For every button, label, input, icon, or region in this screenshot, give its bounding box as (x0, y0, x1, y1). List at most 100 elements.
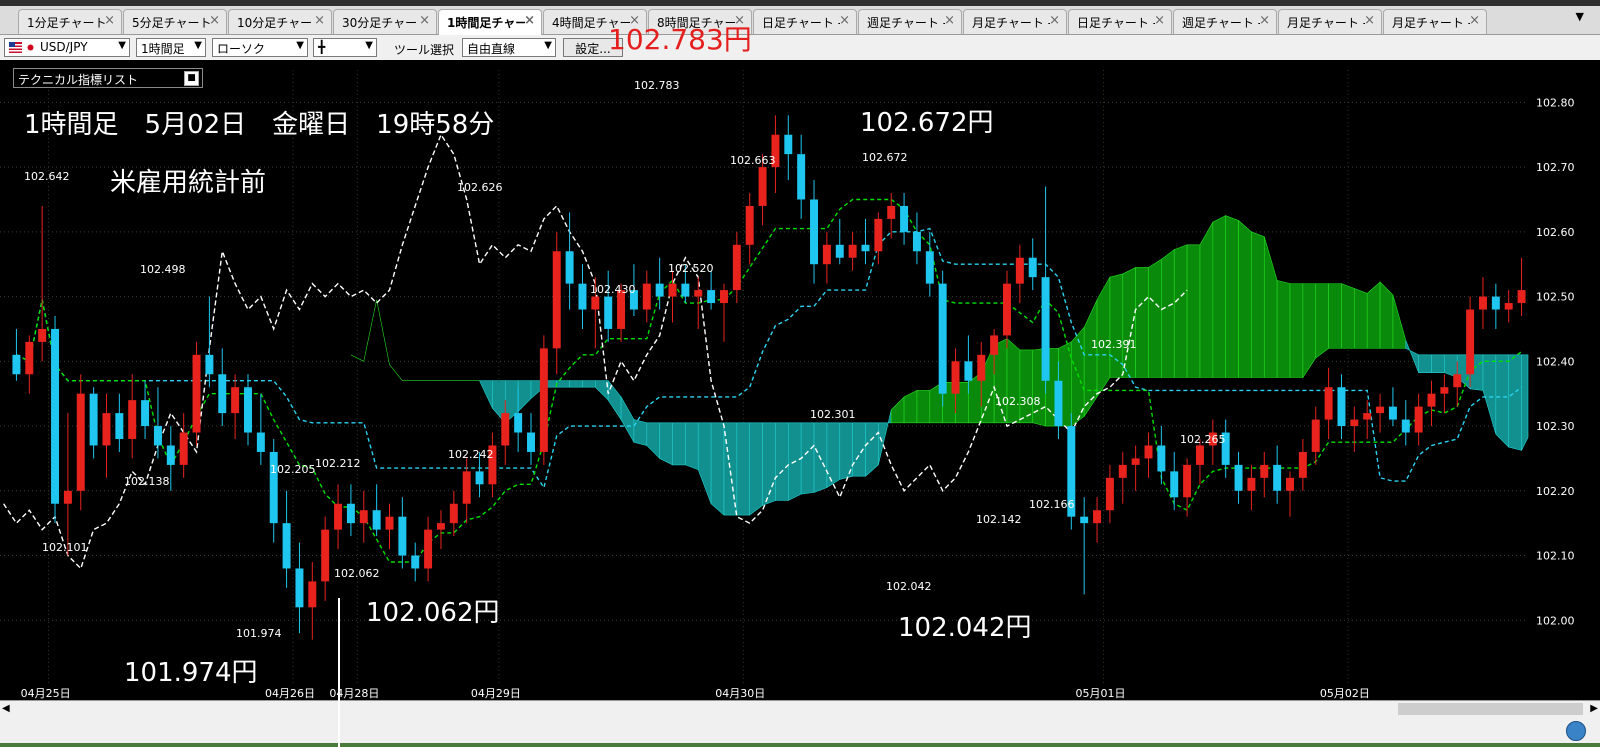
close-icon[interactable]: × (944, 13, 955, 28)
ichimoku-cloud-segment (736, 422, 751, 516)
candle-body (539, 348, 548, 452)
candle-body (887, 205, 896, 219)
candle-body (436, 523, 445, 530)
close-icon[interactable]: × (1364, 13, 1375, 28)
ichimoku-cloud-segment (376, 299, 390, 365)
tab-3[interactable]: 30分足チャート× (333, 9, 437, 34)
candle-body (501, 413, 510, 446)
candle-body (1144, 445, 1153, 459)
candle-body (591, 296, 600, 310)
ichimoku-cloud-segment (1186, 244, 1201, 378)
chart-area[interactable]: 102.80 102.70 102.60 102.50 102.40 102.30 102.… (0, 60, 1600, 700)
ichimoku-cloud-segment (1444, 354, 1458, 378)
tab-7[interactable]: 日足チャート - × (753, 9, 857, 34)
panel-toggle-icon[interactable]: ■ (184, 71, 199, 86)
candle-body (346, 503, 355, 524)
tab-0[interactable]: 1分足チャート × (18, 9, 122, 34)
scroll-left-icon[interactable]: ◀ (2, 703, 10, 714)
indicator-list-label: テクニカル指標リスト (18, 73, 139, 87)
candle-body (514, 413, 523, 433)
close-icon[interactable]: × (839, 13, 850, 28)
timeframe-value: 1時間足 (141, 42, 185, 56)
candle-body (1311, 419, 1320, 452)
dropdown-arrow-icon: ▼ (194, 40, 202, 51)
scroll-right-icon[interactable]: ▶ (1590, 703, 1598, 714)
ichimoku-cloud-segment (685, 422, 699, 471)
tab-8[interactable]: 週足チャート - × (858, 9, 962, 34)
close-icon[interactable]: × (1259, 13, 1270, 28)
candle-body (102, 413, 111, 446)
ichimoku-cloud-segment (1148, 258, 1162, 378)
indicator-list-panel[interactable]: テクニカル指標リスト ■ (13, 68, 203, 88)
candle-body (745, 205, 754, 245)
y-tick-label: 102.60 (1536, 226, 1575, 239)
tab-menu-icon[interactable]: ▼ (1576, 10, 1584, 23)
close-icon[interactable]: × (314, 13, 325, 28)
price-extreme-label: 102.138 (124, 475, 170, 488)
tab-4[interactable]: 1時間足チャート× (438, 9, 542, 35)
candle-body (848, 244, 857, 258)
candlestick-chart[interactable]: 102.80 102.70 102.60 102.50 102.40 102.30 102.… (0, 60, 1600, 700)
candle-body (115, 413, 124, 439)
candle-body (642, 283, 651, 310)
tab-1[interactable]: 5分足チャート × (123, 9, 227, 34)
currency-pair-select[interactable]: USD/JPY ▼ (4, 38, 130, 57)
candle-body (1015, 257, 1024, 284)
candle-body (25, 341, 34, 375)
close-icon[interactable]: × (1049, 13, 1060, 28)
scrollbar-thumb[interactable] (1398, 703, 1583, 715)
candle-body (990, 335, 999, 355)
candle-body (321, 529, 330, 582)
tab-13[interactable]: 月足チャート - × (1383, 9, 1487, 34)
chart-type-value: ローソク (217, 42, 266, 56)
ichimoku-cloud-segment (595, 380, 609, 401)
candle-body (1170, 471, 1179, 498)
timeframe-select[interactable]: 1時間足 ▼ (136, 38, 206, 57)
candle-body (359, 510, 368, 524)
candle-body (1504, 303, 1513, 310)
ichimoku-cloud-segment (1341, 283, 1355, 349)
drawing-tool-select[interactable]: 自由直線 ▼ (462, 38, 556, 57)
bottom-strip (0, 743, 1600, 747)
status-bar (0, 718, 1600, 743)
ichimoku-cloud-segment (749, 422, 763, 516)
tab-2[interactable]: 10分足チャート× (228, 9, 332, 34)
y-tick-label: 102.30 (1536, 420, 1575, 433)
ichimoku-cloud-segment (646, 422, 660, 460)
crosshair-cursor-line (338, 598, 340, 747)
candle-body (411, 555, 420, 569)
x-tick-label: 04月26日 (265, 687, 315, 700)
close-icon[interactable]: × (1469, 13, 1480, 28)
tab-9[interactable]: 月足チャート - × (963, 9, 1067, 34)
candle-body (822, 244, 831, 265)
close-icon[interactable]: × (524, 13, 535, 28)
ichimoku-cloud-segment (1276, 280, 1291, 378)
ichimoku-cloud-segment (1431, 354, 1445, 373)
ichimoku-cloud-segment (672, 422, 686, 466)
candle-body (707, 290, 716, 304)
chart-type-select[interactable]: ローソク ▼ (212, 38, 308, 57)
close-icon[interactable]: × (104, 13, 115, 28)
candle-body (1376, 406, 1385, 414)
candle-body (128, 400, 137, 439)
price-extreme-label: 102.430 (590, 283, 636, 296)
ichimoku-cloud-segment (1212, 215, 1226, 378)
tab-12[interactable]: 月足チャート - × (1278, 9, 1382, 34)
ichimoku-cloud-segment (697, 422, 712, 504)
candle-body (1247, 477, 1256, 491)
horizontal-scrollbar[interactable]: ◀ ▶ (0, 700, 1600, 718)
close-icon[interactable]: × (1154, 13, 1165, 28)
candle-body (51, 328, 60, 504)
tab-label: 5分足チャート (132, 16, 210, 30)
tab-11[interactable]: 週足チャート - × (1173, 9, 1277, 34)
dropdown-arrow-icon: ▼ (365, 40, 373, 51)
candle-body (1401, 419, 1410, 433)
chart-tab-bar: 1分足チャート×5分足チャート×10分足チャート×30分足チャート×1時間足チャ… (0, 6, 1600, 35)
price-extreme-label: 102.062 (334, 567, 380, 580)
line-style-select[interactable]: ╋ ▼ (313, 38, 377, 57)
tab-10[interactable]: 日足チャート - × (1068, 9, 1172, 34)
close-icon[interactable]: × (419, 13, 430, 28)
x-tick-label: 04月25日 (21, 687, 71, 700)
close-icon[interactable]: × (209, 13, 220, 28)
candle-body (385, 516, 394, 530)
